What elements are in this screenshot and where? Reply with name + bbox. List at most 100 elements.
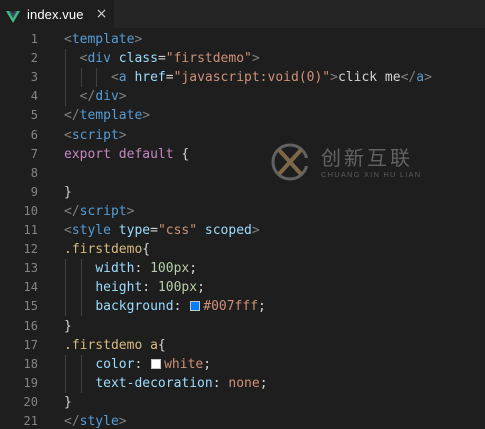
line-number: 19 [23,375,38,390]
code-line: 15 background: #007fff; [0,297,485,317]
code-token: ; [258,299,266,315]
code-token: </ [64,414,80,429]
code-token: : [142,280,158,296]
editor-window: index.vue × 1 <template> 2 <div class="fir… [0,0,485,429]
code-token: scoped [204,223,252,238]
code-editor[interactable]: 1 <template> 2 <div class="firstdemo"> 3 <a… [0,28,485,429]
code-token: </ [64,203,80,219]
code-token: { [142,242,151,258]
code-token: = [150,223,158,238]
code-token: > [118,127,127,143]
code-token: href [134,70,166,86]
code-line: 17 .firstdemo a{ [0,336,485,355]
code-text: background: #007fff; [64,297,266,316]
code-line: 10 </script> [0,202,485,221]
code-token: ; [203,356,212,372]
color-swatch[interactable] [151,358,162,369]
code-line: 1 <template> [0,30,485,49]
code-line: 20} [0,393,485,412]
tab-index-vue[interactable]: index.vue × [0,0,114,28]
tab-bar: index.vue × [0,0,485,28]
code-line: 12 .firstdemo{ [0,240,485,259]
code-token: div [95,89,119,105]
code-token: { [173,146,190,162]
code-text: </style> [64,412,127,429]
code-token: > [118,414,127,429]
line-number: 1 [30,32,38,46]
code-token: type [118,223,151,238]
code-text: <template> [64,30,142,49]
code-token: : [134,356,151,372]
code-token: </ [64,108,80,124]
code-token: } [64,318,72,334]
tab-label: index.vue [27,6,84,22]
code-token: : [212,375,229,391]
line-number: 17 [23,337,38,352]
line-number: 9 [30,184,38,199]
code-text: <script> [64,126,127,145]
line-number: 16 [23,318,38,333]
code-line: 3 <a href="javascript:void(0)">click me<… [0,68,485,88]
code-text: </template> [64,106,150,125]
code-text: </div> [64,87,127,106]
code-token: < [64,223,72,238]
code-token: template [79,108,143,124]
code-line: 19 text-decoration: none; [0,373,485,393]
code-token: color [95,356,135,372]
code-text: <style type="css" scoped> [64,221,260,240]
line-number: 11 [23,223,38,237]
code-token: </ [64,89,96,105]
code-token: </ [400,70,417,86]
code-token: export [64,146,111,162]
line-number: 2 [30,51,38,66]
code-token: > [126,203,135,219]
code-token: text-decoration [95,375,213,391]
code-token: .firstdemo [64,242,143,258]
code-line: 11 <style type="css" scoped> [0,221,485,240]
code-token: div [87,51,111,67]
vue-icon [6,8,20,23]
code-token: "firstdemo" [165,51,252,67]
code-line: 4 </div> [0,87,485,107]
code-token: class [118,51,158,67]
code-line: 13 width: 100px; [0,259,485,279]
code-token: } [64,184,72,200]
code-line: 2 <div class="firstdemo"> [0,49,485,69]
code-text: </script> [64,202,134,221]
color-swatch[interactable] [190,301,201,312]
code-token: ; [189,261,198,277]
line-number: 8 [30,165,38,180]
line-number: 21 [23,414,38,428]
code-token: < [64,70,119,86]
code-token: : [173,299,190,315]
code-text: height: 100px; [64,278,205,297]
code-token: < [64,127,72,143]
close-icon[interactable]: × [96,7,108,21]
line-number: 20 [23,394,38,409]
code-text: } [64,317,72,336]
code-token: #007fff [203,299,259,315]
code-token: = [165,70,174,86]
code-text: export default { [64,145,189,164]
code-token: style [71,223,111,238]
code-token: none [228,375,260,391]
code-token: > [118,89,127,105]
code-text: width: 100px; [64,259,197,278]
code-token: ; [197,280,205,296]
code-token: > [424,70,432,86]
line-number: 18 [23,356,38,371]
code-token: > [134,32,143,47]
watermark-subtitle: CHUANG XIN HU LIAN [321,170,422,179]
code-line: 21 </style> [0,412,485,429]
watermark-logo-icon [271,143,310,181]
code-token: > [251,51,260,67]
code-token: 100px [157,280,198,296]
code-token: script [71,127,119,143]
